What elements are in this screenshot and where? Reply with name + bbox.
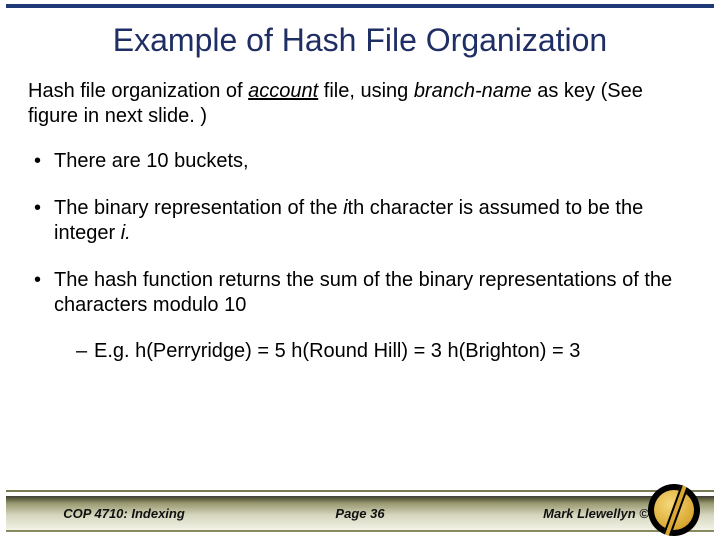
ucf-logo <box>648 484 700 536</box>
bullet-2: The binary representation of the ith cha… <box>32 196 692 246</box>
footer-left: COP 4710: Indexing <box>6 506 242 521</box>
bullet-2-i2: i. <box>121 222 131 244</box>
slide: Example of Hash File Organization Hash f… <box>0 0 720 540</box>
intro-text: Hash file organization of account file, … <box>28 79 692 129</box>
intro-key: branch-name <box>414 80 532 102</box>
intro-mid: file, using <box>318 80 414 102</box>
top-rule <box>6 4 714 8</box>
sub-bullet: E.g. h(Perryridge) = 5 h(Round Hill) = 3… <box>54 338 692 364</box>
slide-body: Hash file organization of account file, … <box>0 71 720 540</box>
footer: COP 4710: Indexing Page 36 Mark Llewelly… <box>0 484 720 540</box>
intro-account: account <box>248 80 318 102</box>
logo-disc <box>648 484 700 536</box>
bullet-3-text: The hash function returns the sum of the… <box>54 269 672 316</box>
bullet-3: The hash function returns the sum of the… <box>32 268 692 364</box>
intro-pre: Hash file organization of <box>28 80 248 102</box>
bullet-2-pre: The binary representation of the <box>54 197 343 219</box>
footer-thin-line <box>6 490 714 492</box>
footer-center: Page 36 <box>242 506 478 521</box>
bullet-list: There are 10 buckets, The binary represe… <box>28 149 692 364</box>
slide-title: Example of Hash File Organization <box>30 22 690 59</box>
footer-bar: COP 4710: Indexing Page 36 Mark Llewelly… <box>6 496 714 532</box>
bullet-1: There are 10 buckets, <box>32 149 692 174</box>
